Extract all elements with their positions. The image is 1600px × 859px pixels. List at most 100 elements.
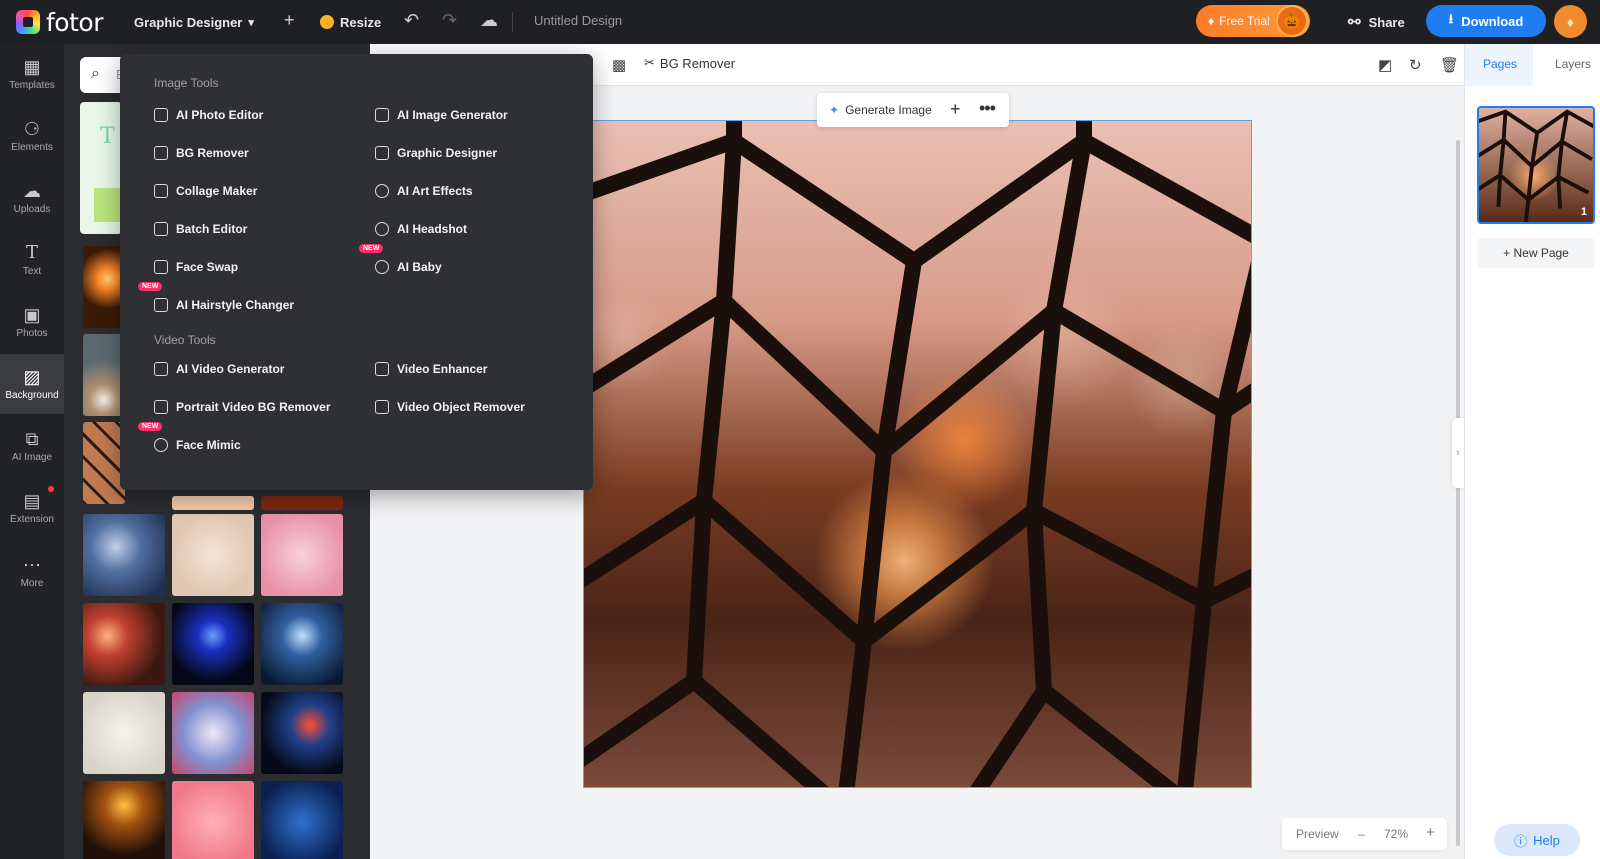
canvas-scrollbar[interactable]: [1456, 140, 1460, 846]
new-page-button[interactable]: + New Page: [1477, 238, 1595, 268]
menu-item-bg-remover[interactable]: BG Remover: [154, 142, 249, 164]
rail-item-background[interactable]: ▨ Background: [0, 354, 64, 414]
download-button[interactable]: ⭳ Download: [1426, 5, 1546, 37]
background-thumbnail[interactable]: [172, 514, 254, 596]
background-thumbnail[interactable]: [172, 781, 254, 859]
rail-item-extension[interactable]: ▤ Extension: [0, 478, 64, 538]
free-trial-button[interactable]: ♦ Free Trial 🎃: [1196, 5, 1310, 37]
mode-dropdown[interactable]: Graphic Designer ▾: [134, 0, 254, 44]
redo-icon[interactable]: ↷: [442, 10, 457, 31]
new-badge: NEW: [138, 422, 163, 431]
tools-dropdown-menu: Image Tools AI Photo Editor AI Image Gen…: [120, 54, 593, 490]
page-number: 1: [1580, 206, 1587, 218]
logo-text: fotor: [46, 7, 103, 37]
rail-item-elements[interactable]: ⚆ Elements: [0, 106, 64, 166]
menu-item-collage-maker[interactable]: Collage Maker: [154, 180, 257, 202]
style-icon[interactable]: ◩: [1378, 56, 1392, 74]
page-thumbnail[interactable]: 1: [1477, 106, 1595, 224]
help-button[interactable]: ⓘ Help: [1494, 824, 1580, 856]
menu-item-ai-video-generator[interactable]: AI Video Generator: [154, 358, 284, 380]
preview-button[interactable]: Preview: [1296, 827, 1339, 841]
cloud-upload-icon[interactable]: ☁: [480, 10, 498, 31]
menu-item-label: Graphic Designer: [397, 146, 498, 160]
add-icon[interactable]: +: [950, 99, 961, 120]
menu-item-face-swap[interactable]: Face Swap: [154, 256, 238, 278]
rail-item-more[interactable]: ⋯ More: [0, 542, 64, 602]
transparency-icon[interactable]: ▩: [612, 56, 626, 74]
scissors-icon: ✂: [644, 55, 655, 70]
question-icon: ⓘ: [1514, 833, 1528, 849]
background-thumbnail[interactable]: [261, 496, 343, 510]
background-thumbnail[interactable]: [83, 514, 165, 596]
menu-item-label: BG Remover: [176, 146, 249, 160]
background-thumbnail[interactable]: [261, 603, 343, 685]
face-swap-icon: [154, 260, 168, 274]
menu-item-portrait-video-bg-remover[interactable]: Portrait Video BG Remover: [154, 396, 331, 418]
rail-item-text[interactable]: T Text: [0, 230, 64, 290]
menu-item-video-enhancer[interactable]: Video Enhancer: [375, 358, 487, 380]
template-card-text-glyph: T: [100, 124, 115, 149]
background-thumbnail[interactable]: [172, 692, 254, 774]
collapse-panel-handle[interactable]: ›: [1452, 418, 1464, 488]
background-thumbnail[interactable]: [261, 781, 343, 859]
menu-item-video-object-remover[interactable]: Video Object Remover: [375, 396, 525, 418]
magic-wand-icon: ✦: [829, 103, 840, 117]
more-options-icon[interactable]: •••: [979, 98, 996, 119]
background-thumbnail[interactable]: [83, 603, 165, 685]
menu-item-batch-editor[interactable]: Batch Editor: [154, 218, 247, 240]
rail-item-templates[interactable]: ▦ Templates: [0, 44, 64, 104]
menu-item-ai-headshot[interactable]: AI Headshot: [375, 218, 467, 240]
menu-item-ai-art-effects[interactable]: AI Art Effects: [375, 180, 473, 202]
template-card-shape: [94, 188, 122, 222]
menu-item-graphic-designer[interactable]: Graphic Designer: [375, 142, 497, 164]
background-thumbnail[interactable]: [172, 603, 254, 685]
toolbar-divider: [512, 12, 513, 32]
document-title[interactable]: Untitled Design: [534, 13, 622, 28]
bg-remover-button[interactable]: ✂ BG Remover: [644, 55, 735, 71]
resize-button[interactable]: Resize: [320, 0, 381, 44]
rail-item-uploads[interactable]: ☁ Uploads: [0, 168, 64, 228]
background-thumbnail[interactable]: [172, 496, 254, 510]
menu-item-ai-photo-editor[interactable]: AI Photo Editor: [154, 104, 263, 126]
background-thumbnail[interactable]: [83, 334, 125, 416]
zoom-level[interactable]: 72%: [1384, 827, 1408, 841]
zoom-in-button[interactable]: +: [1426, 824, 1435, 841]
person-icon: [375, 222, 389, 236]
notification-dot: [48, 486, 54, 492]
menu-item-ai-hairstyle-changer[interactable]: NEW AI Hairstyle Changer: [138, 282, 294, 316]
uploads-icon: ☁: [23, 180, 41, 201]
image-tools-heading: Image Tools: [154, 76, 219, 90]
bg-remover-icon: [154, 146, 168, 160]
delete-icon[interactable]: 🗑: [1440, 56, 1459, 74]
undo-icon[interactable]: ↶: [404, 10, 419, 31]
background-thumbnail[interactable]: [83, 692, 165, 774]
template-card[interactable]: T: [80, 102, 122, 234]
refresh-icon[interactable]: ↻: [1409, 56, 1422, 74]
background-thumbnail[interactable]: [83, 246, 125, 328]
menu-item-ai-baby[interactable]: NEW AI Baby: [359, 244, 442, 278]
add-icon[interactable]: +: [284, 10, 295, 31]
tab-pages[interactable]: Pages: [1483, 57, 1517, 71]
rail-item-photos[interactable]: ▣ Photos: [0, 292, 64, 352]
avatar[interactable]: ♦: [1554, 5, 1587, 38]
background-thumbnail[interactable]: [261, 692, 343, 774]
menu-item-ai-image-generator[interactable]: AI Image Generator: [375, 104, 508, 126]
menu-item-label: Video Object Remover: [397, 400, 525, 414]
background-thumbnail[interactable]: [261, 514, 343, 596]
menu-item-label: Video Enhancer: [397, 362, 488, 376]
resize-icon: [320, 15, 334, 29]
share-icon: ⚯: [1348, 14, 1361, 31]
generate-image-button[interactable]: Generate Image: [845, 103, 932, 117]
tab-layers[interactable]: Layers: [1555, 57, 1591, 71]
zoom-out-button[interactable]: –: [1358, 827, 1365, 841]
free-trial-label: Free Trial: [1219, 14, 1270, 28]
fotor-logo[interactable]: fotor: [16, 8, 103, 37]
background-icon: ▨: [23, 366, 41, 387]
canvas-image[interactable]: [583, 120, 1252, 788]
background-thumbnail[interactable]: [83, 422, 125, 504]
menu-item-face-mimic[interactable]: NEW Face Mimic: [138, 422, 241, 456]
rail-item-ai-image[interactable]: ⧉ AI Image: [0, 416, 64, 476]
share-button[interactable]: ⚯ Share: [1348, 0, 1405, 44]
background-thumbnail[interactable]: [83, 781, 165, 859]
fotor-logo-icon: [16, 10, 40, 34]
